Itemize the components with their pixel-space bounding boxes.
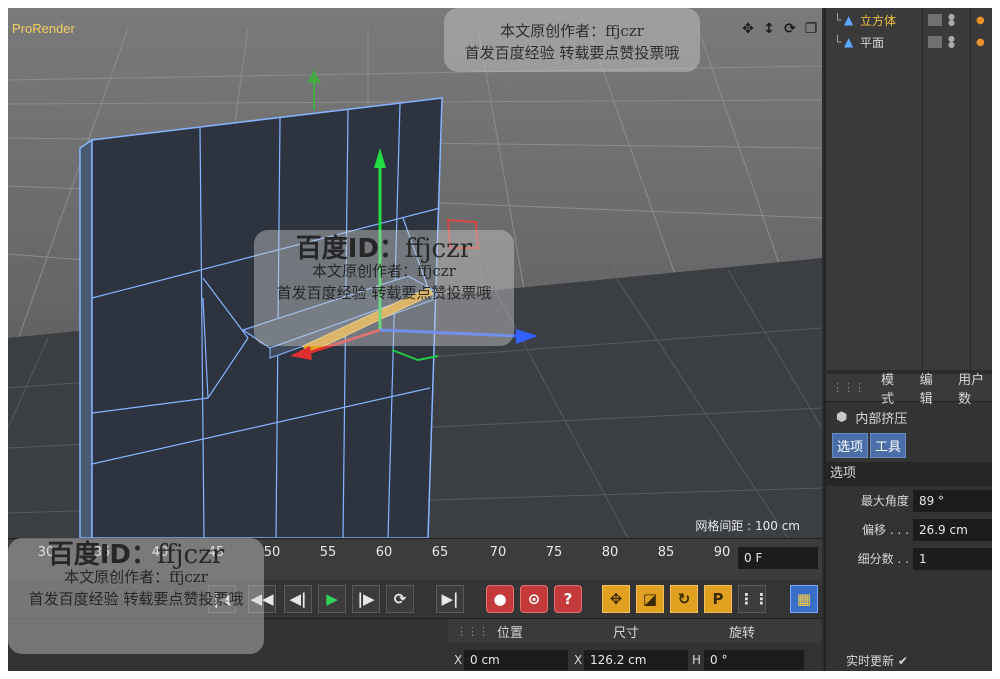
rotate-view-icon[interactable]: ⟳ — [781, 20, 799, 38]
tick-label: 50 — [263, 545, 281, 560]
tag-icon[interactable]: ● — [976, 15, 985, 26]
tick-label: 80 — [601, 545, 619, 560]
visibility-icon[interactable] — [928, 36, 942, 48]
watermark-id: 百度ID：ffjczr — [295, 234, 473, 264]
tick-label: 75 — [545, 545, 563, 560]
tick-label: 85 — [657, 545, 675, 560]
watermark-center-text: 百度ID：ffjczr 本文原创作者：ffjczr 首发百度经验 转载要点赞投票… — [254, 234, 514, 304]
rotation-h-input[interactable]: 0 ° — [704, 650, 804, 670]
current-frame-input[interactable]: 0 F — [738, 547, 818, 569]
tick-label: 60 — [375, 545, 393, 560]
scale-key-button[interactable]: ◪ — [636, 585, 664, 613]
section-options-header[interactable]: 选项 — [826, 462, 992, 486]
coords-row-x: X 0 cm X 126.2 cm H 0 ° — [448, 649, 822, 671]
goto-end-button[interactable]: ▶| — [436, 585, 464, 613]
coords-header: ⋮⋮⋮ 位置 尺寸 旋转 — [448, 619, 822, 643]
object-name: 平面 — [860, 35, 885, 50]
field-subdivision: 细分数 . . 1 — [826, 544, 992, 573]
attribute-menu: ⋮⋮⋮ 模式 编辑 用户数 — [826, 373, 992, 407]
next-frame-button[interactable]: |▶ — [352, 585, 380, 613]
maximize-view-icon[interactable]: ❐ — [802, 20, 820, 38]
position-header: 位置 — [497, 625, 524, 641]
tick-label: 65 — [431, 545, 449, 560]
position-x-input[interactable]: 0 cm — [464, 650, 568, 670]
keyframe-selection-button[interactable]: ? — [554, 585, 582, 613]
plane-object-icon: ▲ — [844, 35, 854, 49]
cinema4d-window: ProRender ✥ ↕ ⟳ ❐ 网格间距 : 100 cm └ ▲ 立方体 … — [8, 8, 992, 671]
size-x-input[interactable]: 126.2 cm — [584, 650, 688, 670]
watermark-top-text: 本文原创作者：ffjczr 首发百度经验 转载要点赞投票哦 — [464, 22, 680, 62]
menu-mode[interactable]: 模式 — [881, 369, 904, 407]
rotation-header: 旋转 — [729, 625, 756, 641]
record-button[interactable]: ● — [486, 585, 514, 613]
attribute-manager: ⋮⋮⋮ 模式 编辑 用户数 ⬢ 内部挤压 选项 工具 选项 最大角度 89 ° … — [824, 373, 992, 671]
tab-options[interactable]: 选项 — [832, 432, 869, 458]
grip-icon[interactable]: ⋮⋮⋮ — [456, 625, 489, 638]
zoom-view-icon[interactable]: ↕ — [760, 20, 778, 38]
field-max-angle: 最大角度 89 ° — [826, 486, 992, 515]
rotation-key-button[interactable]: ↻ — [670, 585, 698, 613]
tool-header: ⬢ 内部挤压 — [826, 402, 992, 432]
tool-name: 内部挤压 — [855, 411, 908, 427]
visibility-icon[interactable] — [928, 14, 942, 26]
object-row-cube[interactable]: └ ▲ 立方体 ● ● ● — [826, 10, 992, 30]
offset-input[interactable]: 26.9 cm — [912, 518, 992, 541]
parameter-key-button[interactable]: P — [704, 585, 732, 613]
attribute-tabs: 选项 工具 — [826, 432, 992, 458]
prev-frame-button[interactable]: ◀| — [284, 585, 312, 613]
tag-icon[interactable]: ● — [976, 37, 985, 48]
size-header: 尺寸 — [613, 625, 640, 641]
subdivision-input[interactable]: 1 — [912, 547, 992, 570]
field-offset: 偏移 . . . 26.9 cm — [826, 515, 992, 544]
max-angle-input[interactable]: 89 ° — [912, 489, 992, 512]
play-button[interactable]: ▶ — [318, 585, 346, 613]
renderer-label: ProRender — [12, 21, 75, 36]
object-name: 立方体 — [860, 13, 897, 28]
render-dots-icon[interactable]: ● ● — [948, 13, 955, 27]
autokey-button[interactable]: ⊙ — [520, 585, 548, 613]
cube-object-icon: ▲ — [844, 13, 854, 27]
object-manager: └ ▲ 立方体 ● ● ● └ ▲ 平面 ● ● ● — [824, 8, 992, 370]
point-level-button[interactable]: ⋮⋮ — [738, 585, 769, 613]
tool-cube-icon: ⬢ — [836, 409, 848, 425]
menu-edit[interactable]: 编辑 — [920, 369, 943, 407]
grip-icon[interactable]: ⋮⋮⋮ — [832, 381, 865, 394]
tab-tool[interactable]: 工具 — [870, 432, 907, 458]
object-row-plane[interactable]: └ ▲ 平面 ● ● ● — [826, 32, 992, 52]
realtime-update-checkbox[interactable]: 实时更新 ✔ — [846, 652, 908, 669]
viewport-nav: ✥ ↕ ⟳ ❐ — [739, 20, 820, 38]
menu-user-data[interactable]: 用户数 — [958, 369, 992, 407]
watermark-id: 百度ID：ffjczr — [47, 540, 225, 570]
position-key-button[interactable]: ✥ — [602, 585, 630, 613]
loop-button[interactable]: ⟳ — [386, 585, 414, 613]
tick-label: 70 — [489, 545, 507, 560]
render-dots-icon[interactable]: ● ● — [948, 35, 955, 49]
film-icon[interactable]: ▦ — [790, 585, 818, 613]
grid-spacing-label: 网格间距 : 100 cm — [695, 519, 800, 533]
tick-label: 55 — [319, 545, 337, 560]
watermark-bottom-text: 百度ID：ffjczr 本文原创作者：ffjczr 首发百度经验 转载要点赞投票… — [8, 540, 264, 610]
tick-label: 90 — [713, 545, 731, 560]
move-view-icon[interactable]: ✥ — [739, 20, 757, 38]
